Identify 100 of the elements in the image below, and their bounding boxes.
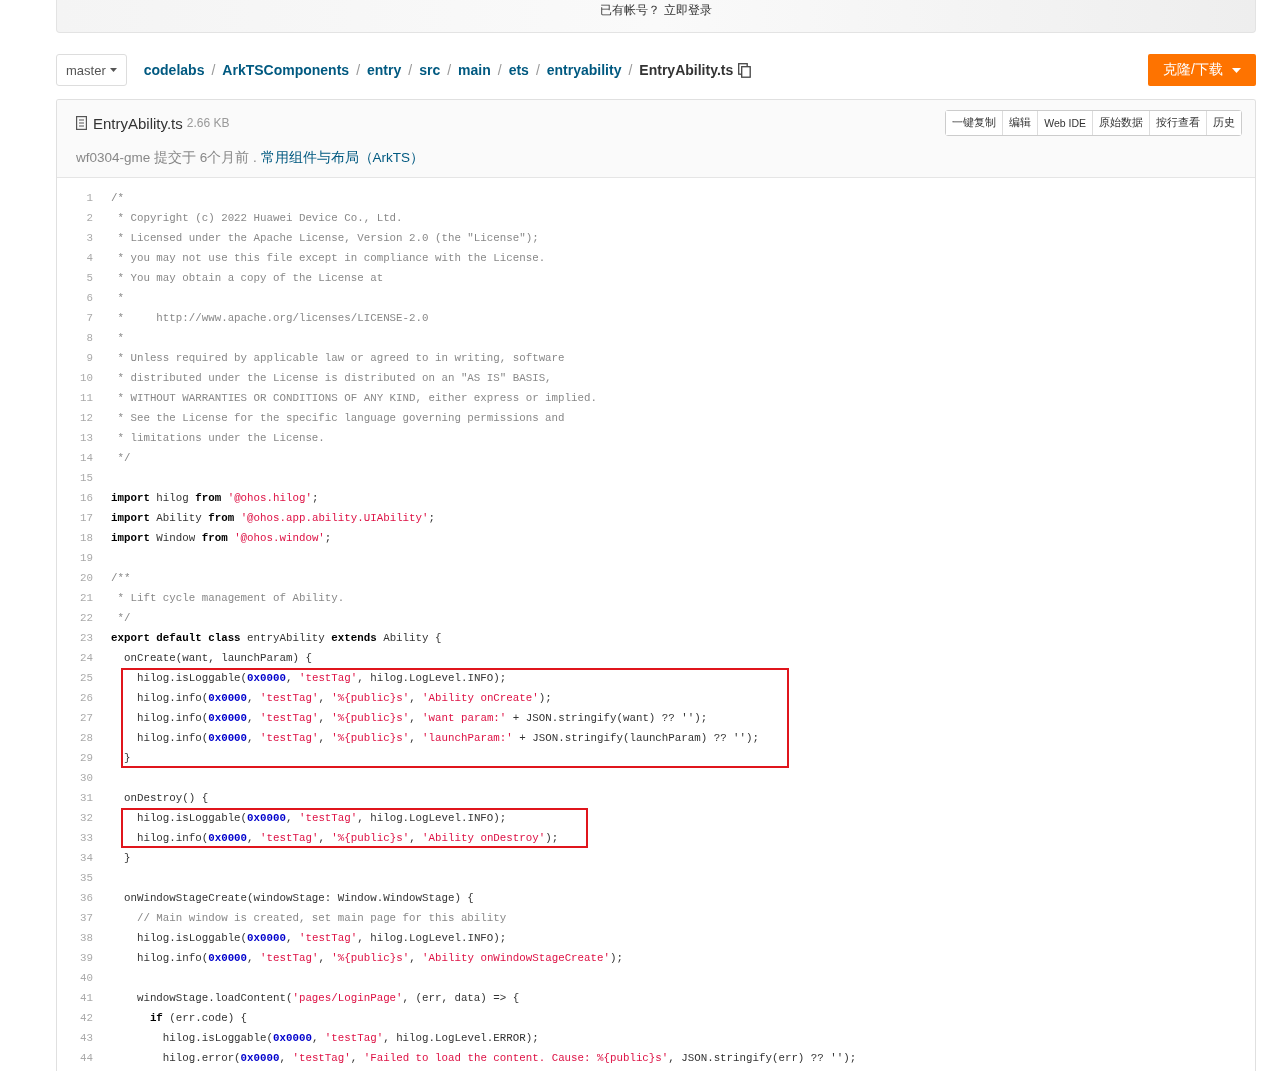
code-line: onWindowStageCreate(windowStage: Window.WindowStage) { bbox=[122, 892, 474, 904]
line-number: 2 bbox=[85, 212, 94, 224]
file-action-button[interactable]: 历史 bbox=[1206, 111, 1241, 135]
line-number: 32 bbox=[79, 811, 94, 826]
line-number: 26 bbox=[79, 691, 94, 706]
code-line: * limitations under the License. bbox=[116, 432, 325, 444]
line-number: 8 bbox=[85, 332, 94, 344]
path-separator: / bbox=[408, 62, 413, 78]
code-line: * bbox=[116, 332, 124, 344]
caret-icon bbox=[109, 68, 117, 72]
line-number: 10 bbox=[79, 372, 94, 384]
file-name: EntryAbility.ts bbox=[93, 114, 183, 132]
code-line: hilog.isLoggable(0x0000, 'testTag', hilog.LogLevel.INFO); bbox=[135, 932, 507, 944]
path-separator: / bbox=[447, 62, 452, 78]
commit-message-link[interactable]: 常用组件与布局（ArkTS） bbox=[260, 150, 425, 165]
code-line: hilog.info(0x0000, 'testTag', '%{public}s', 'Ability onCreate'); bbox=[135, 691, 553, 706]
breadcrumb-link[interactable]: main bbox=[458, 62, 491, 78]
line-number: 18 bbox=[79, 532, 94, 544]
code-line: * distributed under the License is distributed on an "AS IS" BASIS, bbox=[116, 372, 552, 384]
current-file-name: EntryAbility.ts bbox=[639, 62, 734, 78]
code-line: hilog.isLoggable(0x0000, 'testTag', hilog.LogLevel.INFO); bbox=[135, 671, 508, 686]
line-number: 23 bbox=[79, 632, 94, 644]
line-number: 12 bbox=[79, 412, 94, 424]
commit-time: 提交于 6个月前 . bbox=[154, 150, 257, 165]
code-line: hilog.info(0x0000, 'testTag', '%{public}s', 'Ability onWindowStageCreate'); bbox=[135, 952, 623, 964]
copy-icon[interactable] bbox=[738, 62, 752, 78]
code-line: } bbox=[122, 751, 132, 766]
line-number: 33 bbox=[79, 831, 94, 846]
code-line: * you may not use this file except in compliance with the License. bbox=[116, 252, 546, 264]
line-number: 40 bbox=[79, 972, 94, 984]
breadcrumb-link[interactable]: src bbox=[419, 62, 441, 78]
code-line: /** bbox=[110, 572, 131, 584]
file-size: 2.66 KB bbox=[186, 116, 230, 130]
line-number: 6 bbox=[85, 292, 94, 304]
breadcrumb-link[interactable]: ets bbox=[508, 62, 529, 78]
code-line: * Unless required by applicable law or agreed to in writing, software bbox=[116, 352, 565, 364]
file-icon bbox=[76, 116, 87, 130]
line-number: 14 bbox=[79, 452, 94, 464]
code-line: hilog.info(0x0000, 'testTag', '%{public}s', 'Ability onDestroy'); bbox=[135, 831, 559, 846]
line-number: 29 bbox=[79, 751, 94, 766]
path-separator: / bbox=[535, 62, 540, 78]
code-line: hilog.info(0x0000, 'testTag', '%{public}s', 'want param:' + JSON.stringify(want) ?? ''); bbox=[135, 711, 709, 726]
line-number: 38 bbox=[79, 932, 94, 944]
line-number: 42 bbox=[79, 1012, 94, 1024]
login-prompt: 已有帐号？ 立即登录 bbox=[600, 2, 712, 19]
line-number: 25 bbox=[79, 671, 94, 686]
line-number: 13 bbox=[79, 432, 94, 444]
breadcrumb-link[interactable]: entry bbox=[367, 62, 402, 78]
code-line: windowStage.loadContent('pages/LoginPage', (err, data) => { bbox=[135, 992, 520, 1004]
line-number: 3 bbox=[85, 232, 94, 244]
code-line: hilog.isLoggable(0x0000, 'testTag', hilog.LogLevel.INFO); bbox=[135, 811, 508, 826]
line-number: 30 bbox=[79, 772, 94, 784]
line-number: 17 bbox=[79, 512, 94, 524]
path-separator: / bbox=[497, 62, 502, 78]
code-line: import Ability from '@ohos.app.ability.UIAbility'; bbox=[110, 512, 435, 524]
code-line: /* bbox=[110, 192, 124, 204]
line-number: 7 bbox=[85, 312, 94, 324]
line-number: 19 bbox=[79, 552, 94, 564]
code-line: * WITHOUT WARRANTIES OR CONDITIONS OF ANY KIND, either express or implied. bbox=[116, 392, 597, 404]
caret-icon bbox=[1231, 67, 1241, 73]
path-separator: / bbox=[211, 62, 216, 78]
code-line: export default class entryAbility extends Ability { bbox=[110, 632, 442, 644]
breadcrumb-link[interactable]: ArkTSComponents bbox=[222, 62, 350, 78]
line-number: 24 bbox=[79, 652, 94, 664]
line-number: 1 bbox=[85, 192, 94, 204]
commit-author: wf0304-gme bbox=[76, 150, 151, 165]
line-number: 43 bbox=[79, 1032, 94, 1044]
code-line: if (err.code) { bbox=[148, 1012, 248, 1024]
code-line: * You may obtain a copy of the License at bbox=[116, 272, 384, 284]
code-line: import Window from '@ohos.window'; bbox=[110, 532, 332, 544]
line-number: 22 bbox=[79, 612, 94, 624]
code-line: * http://www.apache.org/licenses/LICENSE-2.0 bbox=[116, 312, 429, 324]
path-separator: / bbox=[356, 62, 360, 78]
line-number: 5 bbox=[85, 272, 94, 284]
code-line: * bbox=[116, 292, 124, 304]
branch-dropdown[interactable]: master bbox=[56, 54, 127, 86]
line-number: 36 bbox=[79, 892, 94, 904]
code-line: import hilog from '@ohos.hilog'; bbox=[110, 492, 319, 504]
code-line: * Copyright (c) 2022 Huawei Device Co., Ltd. bbox=[116, 212, 403, 224]
code-line: */ bbox=[116, 612, 131, 624]
breadcrumb-link[interactable]: codelabs bbox=[143, 62, 205, 78]
line-number: 20 bbox=[79, 572, 94, 584]
line-number: 37 bbox=[79, 912, 94, 924]
code-line: onDestroy() { bbox=[122, 792, 209, 804]
line-number: 4 bbox=[85, 252, 94, 264]
line-number: 41 bbox=[79, 992, 94, 1004]
code-line: // Main window is created, set main page for this ability bbox=[135, 912, 507, 924]
breadcrumb-link[interactable]: entryability bbox=[546, 62, 622, 78]
code-line: * Lift cycle management of Ability. bbox=[116, 592, 345, 604]
code-line: hilog.isLoggable(0x0000, 'testTag', hilog.LogLevel.ERROR); bbox=[161, 1032, 539, 1044]
line-number: 16 bbox=[79, 492, 94, 504]
code-line: onCreate(want, launchParam) { bbox=[122, 652, 312, 664]
line-number: 39 bbox=[79, 952, 94, 964]
line-number: 9 bbox=[85, 352, 94, 364]
line-number: 44 bbox=[79, 1052, 94, 1064]
line-number: 21 bbox=[79, 592, 94, 604]
code-line: hilog.info(0x0000, 'testTag', '%{public}s', 'launchParam:' + JSON.stringify(launchParam) ?? ''); bbox=[135, 731, 760, 746]
code-line: } bbox=[122, 852, 131, 864]
code-line: hilog.error(0x0000, 'testTag', 'Failed to load the content. Cause: %{public}s', JSON.stringify(err) ?? ''); bbox=[161, 1052, 857, 1064]
line-number: 15 bbox=[79, 472, 94, 484]
